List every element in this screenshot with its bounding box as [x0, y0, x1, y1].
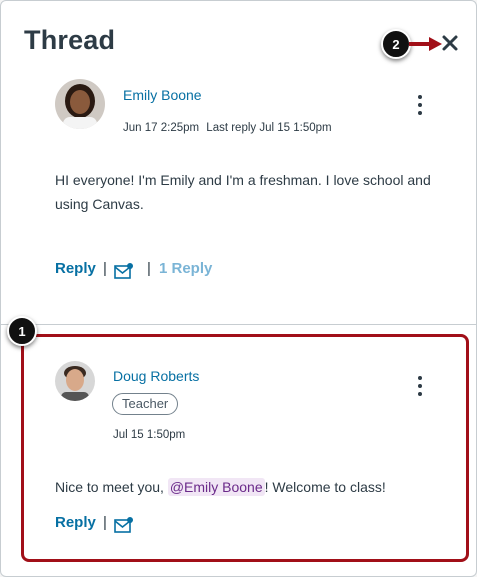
separator: |	[103, 260, 107, 277]
mark-unread-button[interactable]	[114, 517, 134, 533]
kebab-menu-icon	[418, 95, 422, 115]
post-body: Nice to meet you, @Emily Boone! Welcome …	[55, 475, 435, 499]
post-date: Jun 17 2:25pm	[123, 122, 200, 134]
post-date: Jul 15 1:50pm	[113, 429, 186, 441]
separator: |	[103, 514, 107, 531]
divider	[1, 324, 476, 325]
reply-button[interactable]: Reply	[55, 514, 96, 531]
replies-count-link[interactable]: 1 Reply	[159, 260, 212, 277]
avatar	[55, 361, 95, 401]
close-icon	[442, 35, 458, 51]
avatar	[55, 79, 105, 129]
post-timestamp: Jun 17 2:25pm Last reply Jul 15 1:50pm	[123, 122, 332, 134]
close-button[interactable]	[437, 30, 463, 56]
post-body: HI everyone! I'm Emily and I'm a freshma…	[55, 172, 431, 212]
author-name[interactable]: Doug Roberts	[113, 368, 199, 384]
body-text-before: Nice to meet you,	[55, 479, 168, 495]
author-name[interactable]: Emily Boone	[123, 87, 202, 103]
page-title: Thread	[24, 25, 116, 55]
post-options-button[interactable]	[415, 375, 425, 397]
last-reply-label: Last reply	[206, 122, 257, 134]
callout-badge-2: 2	[381, 29, 411, 59]
separator: |	[147, 260, 151, 277]
mark-unread-mail-icon	[114, 517, 133, 533]
post-options-button[interactable]	[415, 94, 425, 116]
role-badge: Teacher	[112, 393, 179, 415]
last-reply-date: Jul 15 1:50pm	[259, 122, 332, 134]
kebab-menu-icon	[418, 376, 422, 396]
callout-badge-1: 1	[7, 316, 37, 346]
mark-unread-mail-icon	[114, 263, 133, 279]
mark-unread-button[interactable]	[114, 263, 134, 279]
reply-button[interactable]: Reply	[55, 260, 96, 277]
user-mention[interactable]: @Emily Boone	[167, 478, 265, 496]
body-text-after: ! Welcome to class!	[264, 479, 386, 495]
thread-panel: Thread 2 Emily Boone Jun 17 2:25pm Last …	[0, 0, 477, 577]
